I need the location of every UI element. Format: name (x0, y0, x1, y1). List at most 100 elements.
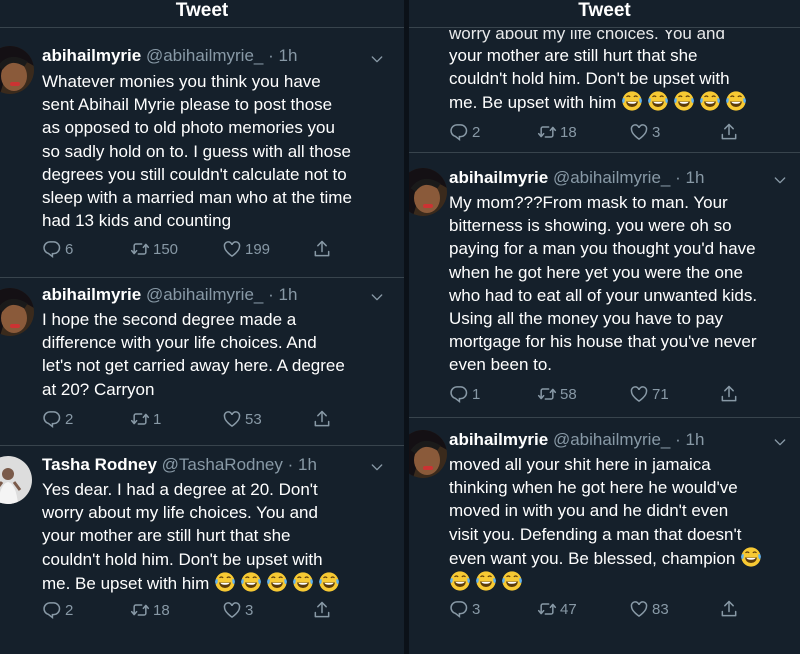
like-button[interactable]: 3 (222, 600, 253, 620)
author-handle[interactable]: @abihailmyrie_ (553, 168, 670, 187)
like-count: 71 (652, 385, 669, 403)
page-title: Tweet (0, 0, 404, 28)
avatar[interactable] (409, 430, 447, 478)
reply-button[interactable]: 6 (42, 239, 73, 259)
like-count: 83 (652, 600, 669, 618)
reply-count: 3 (472, 600, 481, 618)
tears-of-joy-emoji (292, 571, 314, 593)
like-count: 199 (245, 240, 271, 258)
reply-count: 2 (65, 601, 74, 619)
author-handle[interactable]: @abihailmyrie_ (146, 46, 263, 65)
avatar[interactable] (409, 168, 447, 216)
like-button[interactable]: 3 (629, 122, 660, 142)
emoji-row (449, 573, 527, 592)
author-name[interactable]: abihailmyrie (449, 430, 548, 449)
tweet-card[interactable]: abihailmyrie @abihailmyrie_ · 1h Whateve… (0, 28, 404, 278)
like-count: 3 (245, 601, 254, 619)
timestamp[interactable]: · 1h (675, 168, 704, 187)
share-button[interactable] (312, 600, 332, 620)
tweet-text: Yes dear. I had a degree at 20. Don't wo… (42, 478, 344, 595)
chevron-down-icon[interactable] (772, 172, 788, 188)
retweet-icon (130, 600, 150, 620)
reply-icon (42, 600, 62, 620)
share-button[interactable] (312, 409, 332, 429)
retweet-button[interactable]: 150 (130, 239, 178, 259)
retweet-count: 1 (153, 410, 162, 428)
avatar[interactable] (0, 456, 32, 504)
reply-button[interactable]: 1 (449, 384, 480, 404)
tweet-card[interactable]: abihailmyrie @abihailmyrie_ · 1h moved a… (409, 418, 800, 646)
timestamp[interactable]: · 1h (268, 285, 297, 304)
reply-button[interactable]: 2 (42, 409, 73, 429)
chevron-down-icon[interactable] (369, 459, 385, 475)
reply-count: 1 (472, 385, 481, 403)
reply-count: 2 (472, 123, 481, 141)
retweet-count: 18 (153, 601, 170, 619)
tears-of-joy-emoji (475, 570, 497, 592)
timestamp[interactable]: · 1h (675, 430, 704, 449)
share-button[interactable] (719, 599, 739, 619)
retweet-button[interactable]: 18 (537, 122, 577, 142)
like-count: 3 (652, 123, 661, 141)
share-button[interactable] (312, 239, 332, 259)
retweet-button[interactable]: 18 (130, 600, 170, 620)
reply-button[interactable]: 2 (449, 122, 480, 142)
retweet-button[interactable]: 1 (130, 409, 161, 429)
tweet-text-content: moved all your shit here in jamaica thin… (449, 455, 742, 568)
like-button[interactable]: 71 (629, 384, 669, 404)
tears-of-joy-emoji (699, 90, 721, 112)
chevron-down-icon[interactable] (369, 289, 385, 305)
like-button[interactable]: 53 (222, 409, 262, 429)
reply-icon (42, 409, 62, 429)
tweet-text: I hope the second degree made a differen… (42, 310, 345, 399)
reply-icon (449, 599, 469, 619)
like-button[interactable]: 199 (222, 239, 270, 259)
tweet-card[interactable]: Tasha Rodney @TashaRodney · 1h Yes dear.… (0, 446, 404, 646)
tweet-card[interactable]: abihailmyrie @abihailmyrie_ · 1h My mom?… (409, 153, 800, 418)
retweet-button[interactable]: 47 (537, 599, 577, 619)
tweet-text: your mother are still hurt that she coul… (449, 44, 751, 115)
like-button[interactable]: 83 (629, 599, 669, 619)
chevron-down-icon[interactable] (772, 434, 788, 450)
tweet-card[interactable]: abihailmyrie @abihailmyrie_ · 1h I hope … (0, 278, 404, 446)
share-button[interactable] (719, 384, 739, 404)
heart-icon (222, 409, 242, 429)
author-handle[interactable]: @abihailmyrie_ (146, 285, 263, 304)
heart-icon (222, 239, 242, 259)
right-screenshot-panel: Tweet worry about my life choices. You a… (409, 0, 800, 654)
author-name[interactable]: Tasha Rodney (42, 455, 157, 474)
retweet-button[interactable]: 58 (537, 384, 577, 404)
reply-count: 6 (65, 240, 74, 258)
reply-button[interactable]: 3 (449, 599, 480, 619)
heart-icon (629, 122, 649, 142)
action-bar: 6 150 199 (42, 239, 342, 261)
avatar[interactable] (0, 46, 34, 94)
author-name[interactable]: abihailmyrie (42, 46, 141, 65)
tears-of-joy-emoji (621, 90, 643, 112)
reply-button[interactable]: 2 (42, 600, 73, 620)
like-count: 53 (245, 410, 262, 428)
chevron-down-icon[interactable] (369, 51, 385, 67)
avatar[interactable] (0, 288, 34, 336)
retweet-count: 18 (560, 123, 577, 141)
timestamp[interactable]: · 1h (268, 46, 297, 65)
tweet-text: Whatever monies you think you have sent … (42, 72, 352, 231)
share-icon (719, 599, 739, 619)
tears-of-joy-emoji (449, 570, 471, 592)
author-name[interactable]: abihailmyrie (449, 168, 548, 187)
retweet-count: 58 (560, 385, 577, 403)
retweet-icon (537, 384, 557, 404)
author-handle[interactable]: @TashaRodney (162, 455, 283, 474)
share-icon (719, 384, 739, 404)
tweet-text: moved all your shit here in jamaica thin… (449, 453, 766, 594)
tears-of-joy-emoji (647, 90, 669, 112)
tears-of-joy-emoji (240, 571, 262, 593)
share-button[interactable] (719, 122, 739, 142)
action-bar: 2 18 3 (42, 600, 342, 622)
tweet-text: My mom???From mask to man. Your bitterne… (449, 193, 758, 375)
author-handle[interactable]: @abihailmyrie_ (553, 430, 670, 449)
author-name[interactable]: abihailmyrie (42, 285, 141, 304)
reply-icon (42, 239, 62, 259)
timestamp[interactable]: · 1h (288, 455, 317, 474)
heart-icon (629, 599, 649, 619)
